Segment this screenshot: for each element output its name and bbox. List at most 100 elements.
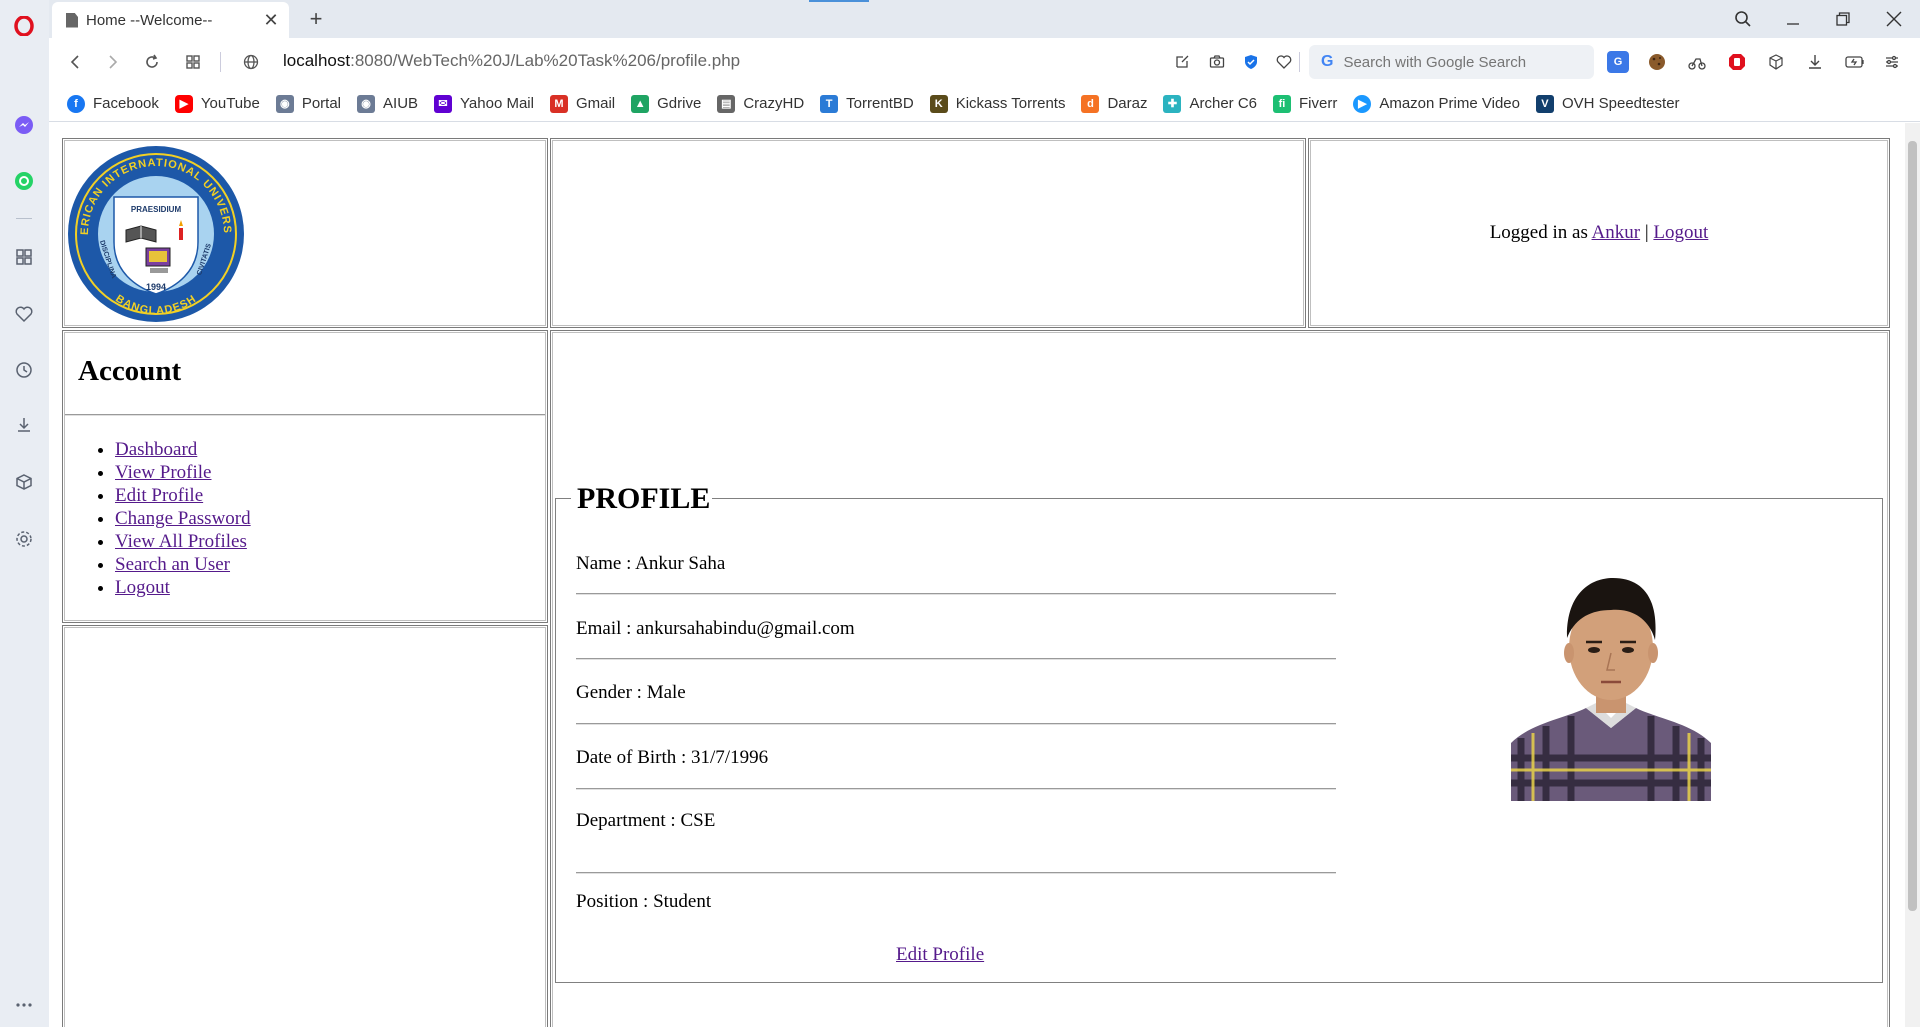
bookmark-gmail[interactable]: M Gmail xyxy=(549,94,615,113)
nav-item-view-profile: View Profile xyxy=(115,461,251,484)
opera-logo-icon[interactable] xyxy=(12,14,36,38)
speed-dial-icon[interactable] xyxy=(12,245,36,269)
camera-icon[interactable] xyxy=(1208,53,1226,71)
file-icon: ▤ xyxy=(717,94,736,113)
download-icon[interactable] xyxy=(12,413,36,437)
nav-logout-link[interactable]: Logout xyxy=(115,577,170,598)
bookmark-fiverr[interactable]: fi Fiverr xyxy=(1273,94,1337,113)
minimize-button[interactable] xyxy=(1775,4,1811,34)
history-icon[interactable] xyxy=(12,358,36,382)
profile-email: Email : ankursahabindu@gmail.com xyxy=(576,618,855,639)
easy-setup-icon[interactable] xyxy=(1173,53,1191,71)
gmail-icon: M xyxy=(549,94,568,113)
box-icon[interactable] xyxy=(12,470,36,494)
restore-button[interactable] xyxy=(1825,4,1861,34)
more-icon[interactable] xyxy=(12,993,36,1017)
kickass-icon: K xyxy=(929,94,948,113)
bookmark-label: Facebook xyxy=(93,95,159,112)
google-search-input[interactable] xyxy=(1343,53,1584,71)
settings-icon[interactable] xyxy=(12,527,36,551)
heart-icon[interactable] xyxy=(12,302,36,326)
bookmark-label: Gdrive xyxy=(657,95,702,112)
whatsapp-icon[interactable] xyxy=(12,169,36,193)
google-search-box[interactable]: G xyxy=(1309,45,1594,79)
dashboard-link[interactable]: Dashboard xyxy=(115,439,197,460)
bookmark-portal[interactable]: ◉ Portal xyxy=(275,94,342,113)
field-divider xyxy=(576,723,1336,725)
tab-indicator xyxy=(809,0,869,2)
search-user-link[interactable]: Search an User xyxy=(115,554,230,575)
gdrive-icon: ▲ xyxy=(631,94,650,113)
url-host: localhost xyxy=(283,51,351,70)
translate-icon[interactable]: G xyxy=(1607,51,1629,73)
globe-icon[interactable] xyxy=(238,49,264,75)
login-status: Logged in as Ankur | Logout xyxy=(1309,222,1889,244)
username-link[interactable]: Ankur xyxy=(1592,222,1641,243)
profile-position: Position : Student xyxy=(576,891,712,912)
bookmark-aiub[interactable]: ◉ AIUB xyxy=(357,94,419,113)
view-all-profiles-link[interactable]: View All Profiles xyxy=(115,531,247,552)
bookmark-heart-icon[interactable] xyxy=(1275,53,1293,71)
account-nav-cell: Account Dashboard View Profile Edit Prof… xyxy=(62,330,548,623)
bookmark-label: CrazyHD xyxy=(743,95,805,112)
address-input[interactable]: localhost:8080/WebTech%20J/Lab%20Task%20… xyxy=(283,51,740,71)
bookmark-yahoo-mail[interactable]: ✉ Yahoo Mail xyxy=(434,94,534,113)
bookmark-label: Portal xyxy=(301,95,342,112)
bookmark-facebook[interactable]: f Facebook xyxy=(67,94,159,113)
bookmarks-bar: f Facebook ▶ YouTube ◉ Portal ◉ AIUB ✉ Yahoo Mail… xyxy=(49,86,1920,122)
adblock-icon[interactable] xyxy=(1726,51,1748,73)
forward-button[interactable] xyxy=(100,49,126,75)
close-tab-icon[interactable]: ✕ xyxy=(261,10,281,30)
bookmark-torrentbd[interactable]: T TorrentBD xyxy=(820,94,914,113)
ovh-icon: V xyxy=(1535,94,1554,113)
bookmark-amazon-prime-video[interactable]: ▶ Amazon Prime Video xyxy=(1353,94,1520,113)
bookmark-label: AIUB xyxy=(383,95,419,112)
bookmark-crazyhd[interactable]: ▤ CrazyHD xyxy=(717,94,805,113)
scrollbar-thumb[interactable] xyxy=(1908,141,1917,911)
vpn-shield-icon[interactable] xyxy=(1242,53,1260,71)
change-password-link[interactable]: Change Password xyxy=(115,508,251,529)
easy-setup-menu-icon[interactable] xyxy=(1881,51,1903,73)
logout-link[interactable]: Logout xyxy=(1653,222,1708,243)
edit-profile-link[interactable]: Edit Profile xyxy=(896,944,984,966)
bookmark-kickass-torrents[interactable]: K Kickass Torrents xyxy=(929,94,1065,113)
portal-icon: ◉ xyxy=(275,94,294,113)
edit-profile-nav-link[interactable]: Edit Profile xyxy=(115,485,203,506)
nav-item-edit-profile: Edit Profile xyxy=(115,484,251,507)
tabs-grid-icon[interactable] xyxy=(180,49,206,75)
bookmark-label: Yahoo Mail xyxy=(460,95,534,112)
extension-rider-icon[interactable] xyxy=(1686,51,1708,73)
cube-icon[interactable] xyxy=(1765,51,1787,73)
nav-item-search-user: Search an User xyxy=(115,553,251,576)
bookmark-label: Amazon Prime Video xyxy=(1379,95,1520,112)
bookmark-gdrive[interactable]: ▲ Gdrive xyxy=(631,94,702,113)
browser-sidebar xyxy=(0,0,49,1027)
url-path: :8080/WebTech%20J/Lab%20Task%206/profile… xyxy=(350,51,741,70)
reload-button[interactable] xyxy=(139,49,165,75)
prime-icon: ▶ xyxy=(1353,94,1372,113)
messenger-icon[interactable] xyxy=(12,113,36,137)
page-scrollbar[interactable] xyxy=(1905,123,1920,1027)
bookmark-youtube[interactable]: ▶ YouTube xyxy=(174,94,260,113)
tab-title: Home --Welcome-- xyxy=(86,11,213,29)
cookie-icon[interactable] xyxy=(1646,51,1668,73)
field-divider xyxy=(576,658,1336,660)
bookmark-ovh-speedtester[interactable]: V OVH Speedtester xyxy=(1535,94,1680,113)
battery-saver-icon[interactable] xyxy=(1844,51,1866,73)
close-window-button[interactable] xyxy=(1876,4,1912,34)
back-button[interactable] xyxy=(62,49,88,75)
profile-legend: PROFILE xyxy=(575,482,713,516)
bookmark-label: TorrentBD xyxy=(846,95,914,112)
bookmark-label: YouTube xyxy=(200,95,260,112)
view-profile-link[interactable]: View Profile xyxy=(115,462,211,483)
browser-tab[interactable]: Home --Welcome-- ✕ xyxy=(52,2,289,38)
new-tab-button[interactable]: + xyxy=(303,6,329,32)
sidebar-empty-cell xyxy=(62,625,548,1027)
downloads-icon[interactable] xyxy=(1804,51,1826,73)
profile-department: Department : CSE xyxy=(576,810,716,831)
nav-divider xyxy=(65,414,545,416)
bookmark-archer-c6[interactable]: ✚ Archer C6 xyxy=(1163,94,1257,113)
bookmark-daraz[interactable]: d Daraz xyxy=(1081,94,1147,113)
profile-name: Name : Ankur Saha xyxy=(576,553,726,574)
search-tabs-icon[interactable] xyxy=(1725,4,1761,34)
